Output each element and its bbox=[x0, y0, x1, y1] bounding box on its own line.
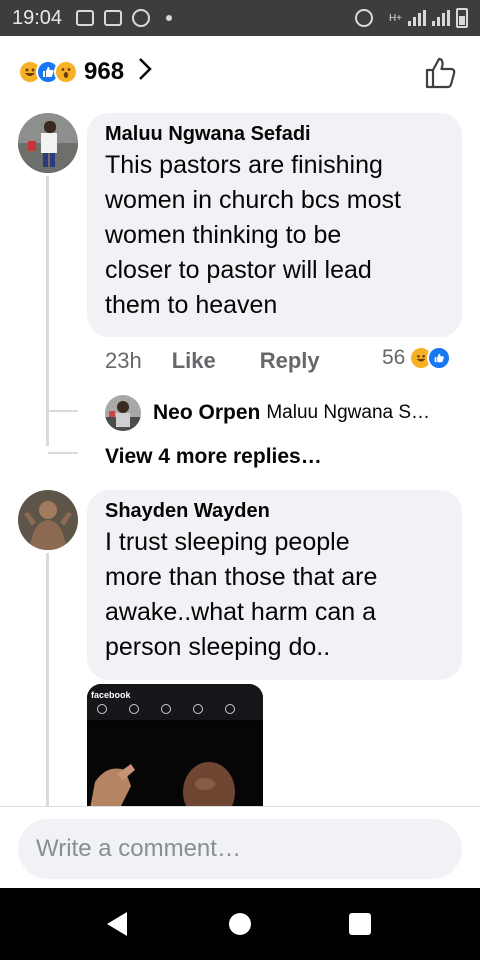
avatar[interactable] bbox=[18, 113, 78, 173]
reaction-count: 968 bbox=[84, 58, 125, 85]
back-icon[interactable] bbox=[107, 912, 127, 936]
reply-connector bbox=[48, 410, 78, 412]
status-bar: 19:04 H+ bbox=[0, 0, 480, 36]
reply-connector bbox=[48, 452, 78, 454]
reply-preview[interactable]: Neo Orpen Maluu Ngwana S… bbox=[105, 395, 430, 431]
thread-line bbox=[46, 553, 49, 813]
network-type-label: H+ bbox=[388, 12, 402, 24]
comment-text: I trust sleeping people more than those … bbox=[105, 525, 444, 665]
avatar[interactable] bbox=[18, 490, 78, 550]
battery-icon bbox=[456, 8, 468, 28]
reactions-summary[interactable]: 968 bbox=[0, 36, 480, 108]
comment-bubble[interactable]: Shayden Wayden I trust sleeping people m… bbox=[87, 490, 462, 680]
comment-text-line: awake..what harm can a bbox=[105, 598, 376, 626]
comment-author[interactable]: Shayden Wayden bbox=[105, 500, 444, 523]
attachment-app-label: facebook bbox=[91, 690, 131, 700]
comment-actions: 23h Like Reply bbox=[105, 348, 320, 374]
alarm-icon bbox=[132, 9, 151, 27]
message-icon bbox=[104, 10, 123, 26]
comment-input[interactable] bbox=[18, 819, 462, 879]
attachment-screenshot-header: facebook bbox=[87, 684, 263, 720]
system-nav-bar bbox=[0, 888, 480, 960]
attachment-nav-icons bbox=[97, 704, 235, 714]
status-time: 19:04 bbox=[12, 6, 63, 29]
like-button[interactable]: Like bbox=[172, 348, 216, 374]
reply-avatar[interactable] bbox=[105, 395, 141, 431]
recent-apps-icon[interactable] bbox=[349, 913, 371, 935]
home-icon[interactable] bbox=[229, 913, 251, 935]
alarm-clock-icon bbox=[354, 9, 373, 27]
wow-icon bbox=[54, 60, 78, 84]
comment-text-line: I trust sleeping people bbox=[105, 528, 350, 556]
comment-attachment-image[interactable]: facebook bbox=[87, 684, 263, 814]
comments-sheet: 968 Maluu Ngwana Sefadi This pastors are… bbox=[0, 36, 480, 888]
comment-text-line: This pastors are finishing bbox=[105, 151, 383, 179]
comment-reactions[interactable]: 56 bbox=[382, 346, 452, 370]
comment-text-line: more than those that are bbox=[105, 563, 378, 591]
comment-text-line: closer to pastor will lead bbox=[105, 256, 372, 284]
comment-text: This pastors are finishing women in chur… bbox=[105, 148, 444, 323]
chevron-right-icon bbox=[138, 56, 152, 88]
reaction-icons bbox=[18, 60, 78, 84]
comment-author[interactable]: Maluu Ngwana Sefadi bbox=[105, 123, 444, 146]
like-icon bbox=[427, 346, 452, 370]
gallery-icon bbox=[76, 10, 95, 26]
reply-button[interactable]: Reply bbox=[260, 348, 320, 374]
thread-line bbox=[46, 176, 49, 446]
comment-text-line: them to heaven bbox=[105, 291, 278, 319]
view-more-replies-link[interactable]: View 4 more replies… bbox=[105, 445, 322, 469]
comment-bubble[interactable]: Maluu Ngwana Sefadi This pastors are fin… bbox=[87, 113, 462, 337]
reply-author[interactable]: Neo Orpen bbox=[153, 401, 260, 425]
comment-composer-bar bbox=[0, 806, 480, 888]
reply-snippet: Maluu Ngwana S… bbox=[266, 402, 431, 423]
signal-icon bbox=[408, 10, 426, 26]
comment-time: 23h bbox=[105, 348, 142, 373]
notification-dot-icon bbox=[166, 15, 173, 21]
comment-text-line: person sleeping do.. bbox=[105, 633, 331, 661]
comment-text-line: women in church bcs most bbox=[105, 186, 401, 214]
signal-2-icon bbox=[432, 10, 450, 26]
comment-reaction-count: 56 bbox=[382, 346, 406, 369]
comment-text-line: women thinking to be bbox=[105, 221, 342, 249]
thumbs-up-icon[interactable] bbox=[424, 56, 458, 90]
attachment-photo bbox=[87, 724, 263, 814]
